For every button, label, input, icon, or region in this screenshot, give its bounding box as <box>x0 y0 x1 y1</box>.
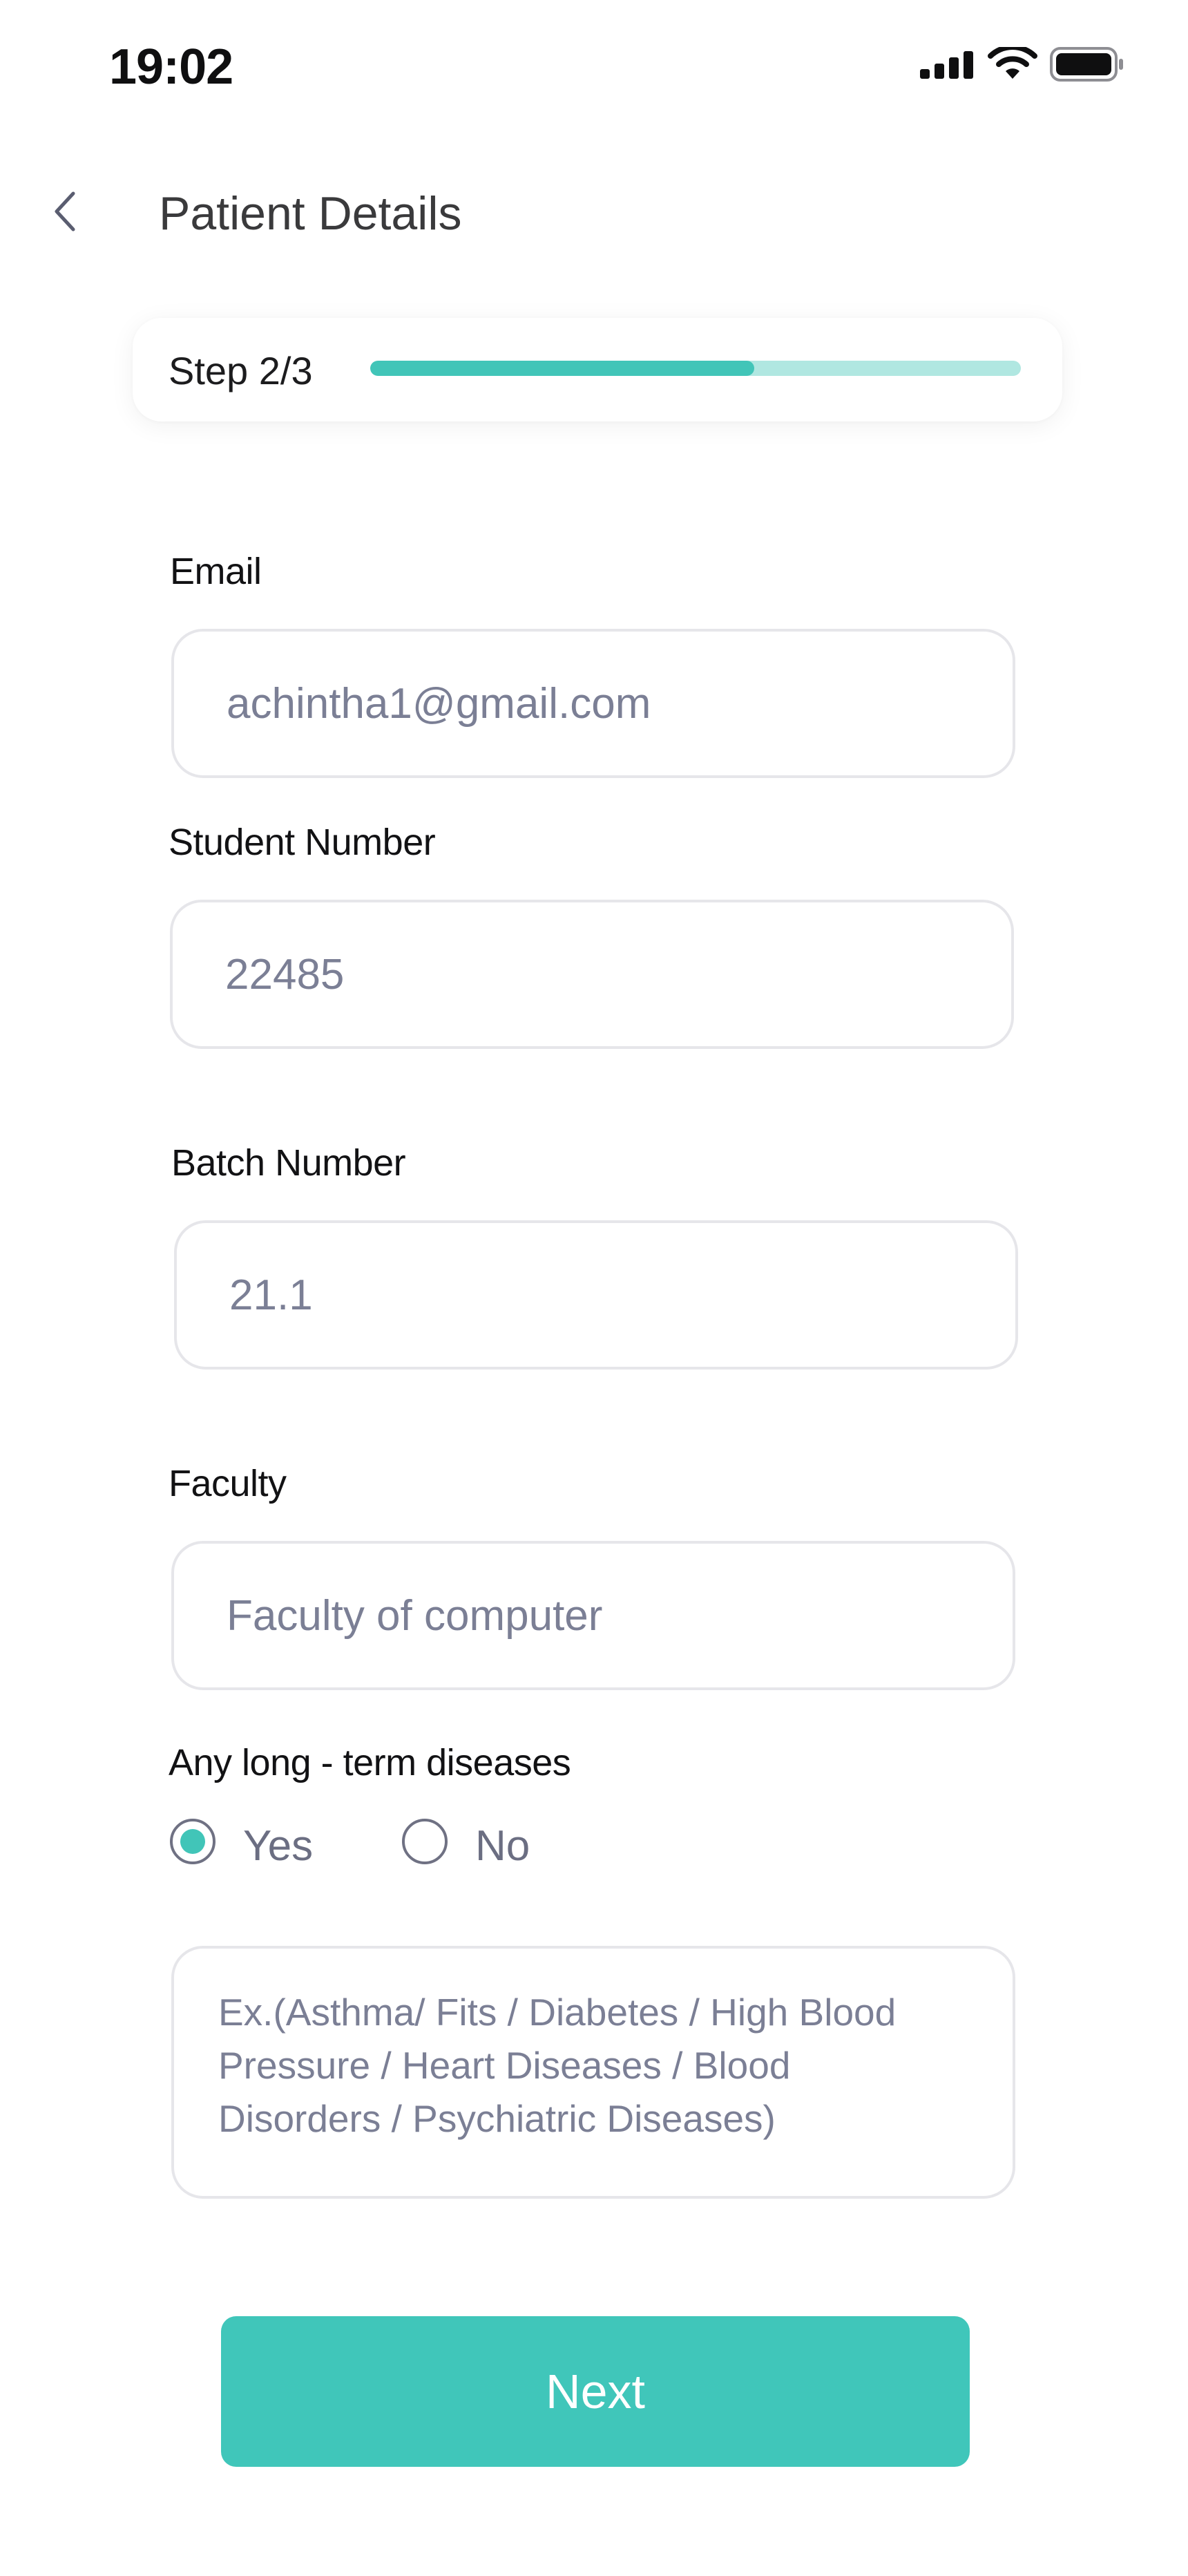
battery-icon <box>1050 47 1123 82</box>
step-progress-card: Step 2/3 <box>133 318 1062 422</box>
chevron-left-icon <box>55 191 75 231</box>
page-title: Patient Details <box>159 187 462 240</box>
step-label: Step 2/3 <box>169 349 313 392</box>
batch-number-label: Batch Number <box>171 1142 406 1184</box>
status-icons <box>905 46 1126 84</box>
student-number-label: Student Number <box>169 822 436 863</box>
wifi-icon <box>988 47 1037 79</box>
diseases-textarea[interactable]: Ex.(Asthma/ Fits / Diabetes / High Blood… <box>171 1946 1015 2199</box>
progress-fill <box>370 361 754 376</box>
back-button[interactable] <box>46 184 87 239</box>
status-time: 19:02 <box>109 39 233 95</box>
patient-details-screen: 19:02 Patient Details Step 2/3 Email ach… <box>0 0 1188 2576</box>
radio-yes[interactable] <box>170 1819 215 1864</box>
faculty-field <box>171 1541 1015 1690</box>
radio-no-label[interactable]: No <box>475 1821 530 1871</box>
next-button-label: Next <box>546 2365 645 2418</box>
email-label: Email <box>170 551 262 592</box>
radio-yes-label[interactable]: Yes <box>243 1821 313 1871</box>
batch-number-field <box>174 1220 1018 1370</box>
diseases-placeholder: Ex.(Asthma/ Fits / Diabetes / High Blood… <box>218 1991 897 2140</box>
student-number-field <box>170 900 1014 1049</box>
progress-bar <box>370 361 1021 376</box>
faculty-input[interactable] <box>227 1544 985 1687</box>
email-field <box>171 629 1015 778</box>
diseases-label: Any long - term diseases <box>169 1742 571 1783</box>
batch-number-input[interactable] <box>229 1223 988 1367</box>
email-input[interactable] <box>227 632 985 775</box>
next-button[interactable]: Next <box>221 2316 970 2467</box>
signal-icon <box>920 51 973 79</box>
student-number-input[interactable] <box>225 902 984 1046</box>
radio-no[interactable] <box>402 1819 448 1864</box>
faculty-label: Faculty <box>169 1463 287 1504</box>
